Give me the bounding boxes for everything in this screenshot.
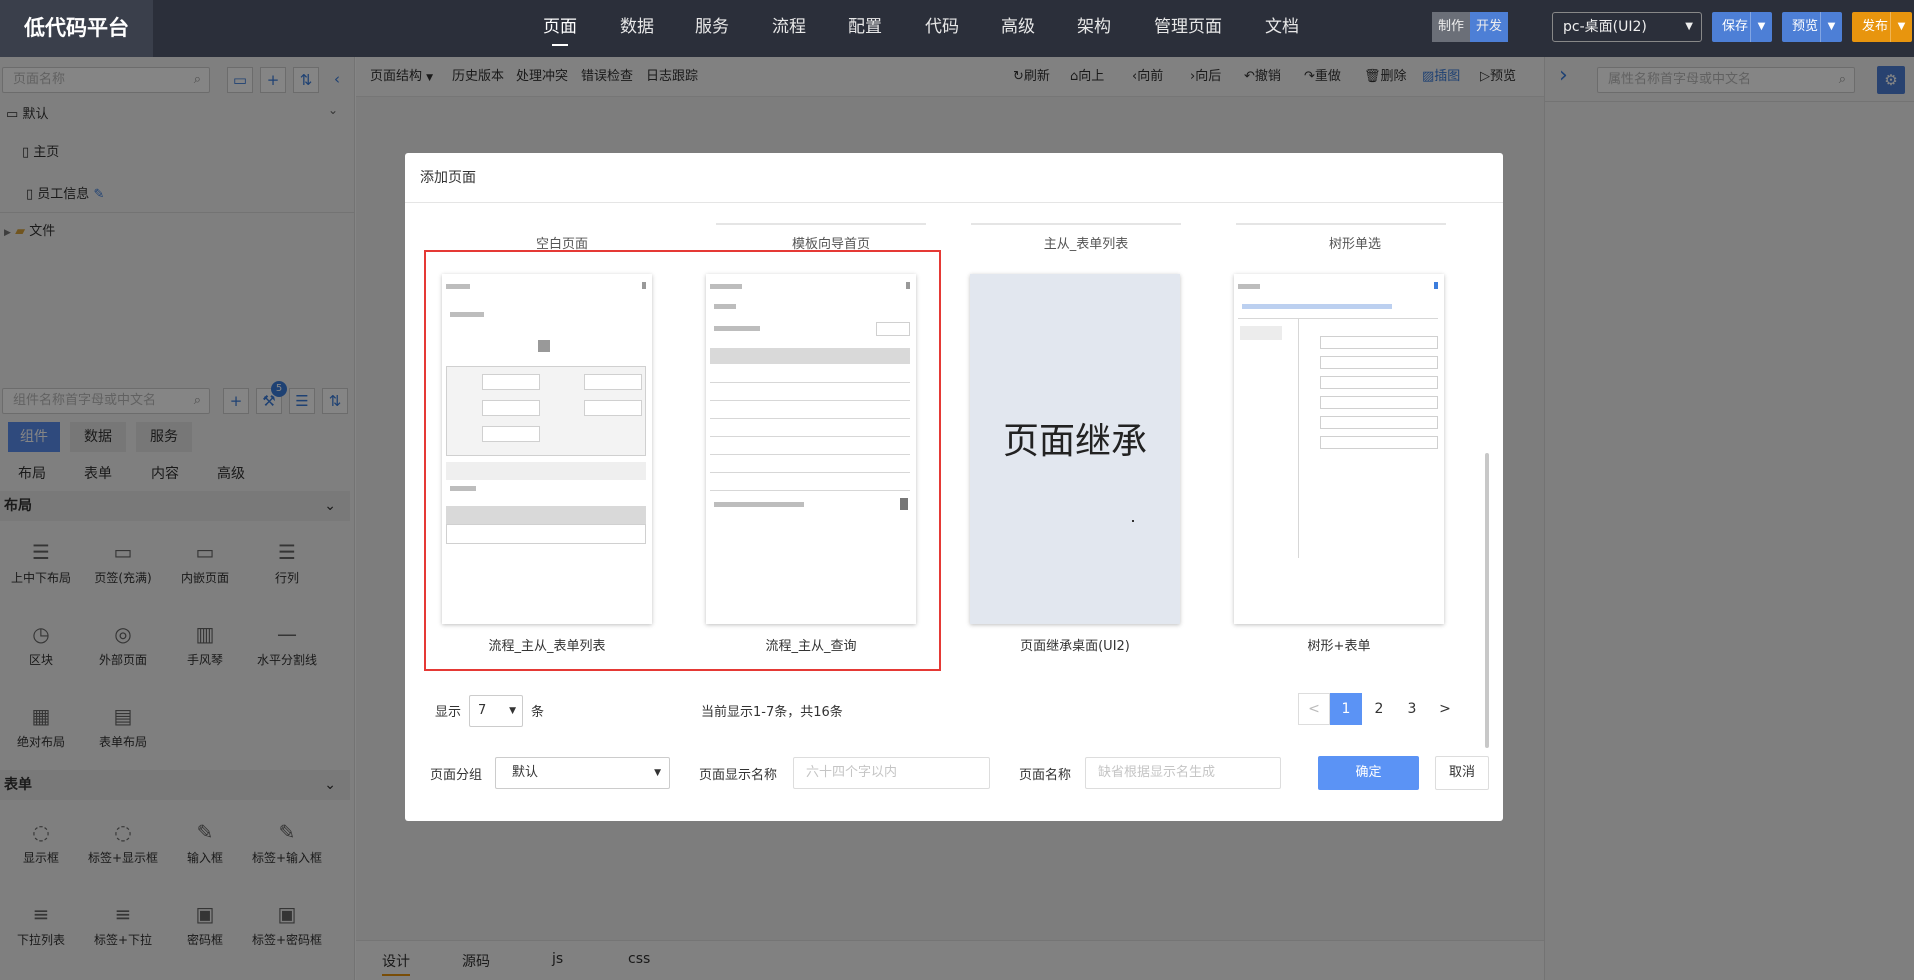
nav-data[interactable]: 数据 bbox=[620, 0, 654, 57]
template-caption[interactable]: 页面继承桌面(UI2) bbox=[960, 635, 1190, 654]
prev-row-edge bbox=[1236, 223, 1446, 225]
nav-page[interactable]: 页面 bbox=[543, 0, 577, 57]
page-name-input[interactable]: 缺省根据显示名生成 bbox=[1085, 757, 1281, 789]
nav-advanced[interactable]: 高级 bbox=[1001, 0, 1035, 57]
nav-code[interactable]: 代码 bbox=[925, 0, 959, 57]
prev-page-button[interactable]: < bbox=[1298, 693, 1330, 725]
page-size-select[interactable]: 7 ▼ bbox=[469, 695, 523, 727]
device-select[interactable]: pc-桌面(UI2) ▼ bbox=[1552, 12, 1702, 42]
dialog-title: 添加页面 bbox=[405, 153, 1503, 203]
page-2-button[interactable]: 2 bbox=[1363, 693, 1395, 725]
publish-label: 发布 bbox=[1862, 19, 1889, 34]
page-3-button[interactable]: 3 bbox=[1396, 693, 1428, 725]
show-label: 显示 bbox=[435, 705, 462, 720]
pagination-summary: 当前显示1-7条，共16条 bbox=[701, 705, 843, 720]
display-name-label: 页面显示名称 bbox=[699, 768, 778, 783]
mode-make-button[interactable]: 制作 bbox=[1432, 12, 1470, 42]
nav-arch[interactable]: 架构 bbox=[1077, 0, 1111, 57]
nav-service[interactable]: 服务 bbox=[695, 0, 729, 57]
display-name-placeholder: 六十四个字以内 bbox=[806, 765, 898, 780]
app-logo: 低代码平台 bbox=[0, 0, 153, 57]
caret-down-icon[interactable]: ▼ bbox=[1750, 12, 1772, 42]
page-group-select[interactable]: 默认 ▼ bbox=[495, 757, 670, 789]
prev-row-edge bbox=[716, 223, 926, 225]
cancel-button[interactable]: 取消 bbox=[1435, 756, 1489, 790]
next-page-button[interactable]: > bbox=[1429, 693, 1461, 725]
nav-config[interactable]: 配置 bbox=[848, 0, 882, 57]
mode-dev-button[interactable]: 开发 bbox=[1470, 12, 1508, 42]
page-size-value: 7 bbox=[478, 703, 487, 718]
page-1-button[interactable]: 1 bbox=[1330, 693, 1362, 725]
device-select-value: pc-桌面(UI2) bbox=[1563, 19, 1647, 35]
nav-manage-pages[interactable]: 管理页面 bbox=[1154, 0, 1222, 57]
template-caption[interactable]: 主从_表单列表 bbox=[971, 233, 1201, 252]
chevron-down-icon: ▼ bbox=[509, 706, 516, 716]
confirm-button[interactable]: 确定 bbox=[1318, 756, 1419, 790]
chevron-down-icon: ▼ bbox=[654, 768, 661, 778]
scrollbar-thumb[interactable] bbox=[1485, 453, 1489, 748]
save-button[interactable]: 保存 ▼ bbox=[1712, 12, 1772, 42]
top-bar: 低代码平台 页面 数据 服务 流程 配置 代码 高级 架构 管理页面 文档 制作… bbox=[0, 0, 1914, 57]
inherit-preview-text: 页面继承 bbox=[1002, 421, 1147, 462]
caret-down-icon[interactable]: ▼ bbox=[1890, 12, 1912, 42]
preview-button[interactable]: 预览 ▼ bbox=[1782, 12, 1842, 42]
nav-flow[interactable]: 流程 bbox=[772, 0, 806, 57]
add-page-dialog: 添加页面 空白页面 模板向导首页 主从_表单列表 树形单选 流程_主从_表单列表… bbox=[405, 153, 1503, 821]
template-caption[interactable]: 树形单选 bbox=[1240, 233, 1470, 252]
nav-docs[interactable]: 文档 bbox=[1265, 0, 1299, 57]
page-name-label: 页面名称 bbox=[1019, 768, 1072, 783]
preview-label: 预览 bbox=[1792, 19, 1819, 34]
show-unit: 条 bbox=[531, 705, 545, 720]
publish-button[interactable]: 发布 ▼ bbox=[1852, 12, 1912, 42]
save-label: 保存 bbox=[1722, 19, 1749, 34]
caret-down-icon[interactable]: ▼ bbox=[1820, 12, 1842, 42]
page-group-label: 页面分组 bbox=[430, 768, 483, 783]
page-group-value: 默认 bbox=[512, 765, 539, 780]
template-thumbnail[interactable] bbox=[1234, 274, 1444, 624]
page-name-placeholder: 缺省根据显示名生成 bbox=[1098, 765, 1216, 780]
display-name-input[interactable]: 六十四个字以内 bbox=[793, 757, 990, 789]
prev-row-edge bbox=[971, 223, 1181, 225]
selection-highlight bbox=[424, 250, 941, 671]
chevron-down-icon: ▼ bbox=[1685, 21, 1693, 32]
template-caption[interactable]: 树形+表单 bbox=[1224, 635, 1454, 654]
template-thumbnail[interactable]: 页面继承 bbox=[970, 274, 1180, 624]
